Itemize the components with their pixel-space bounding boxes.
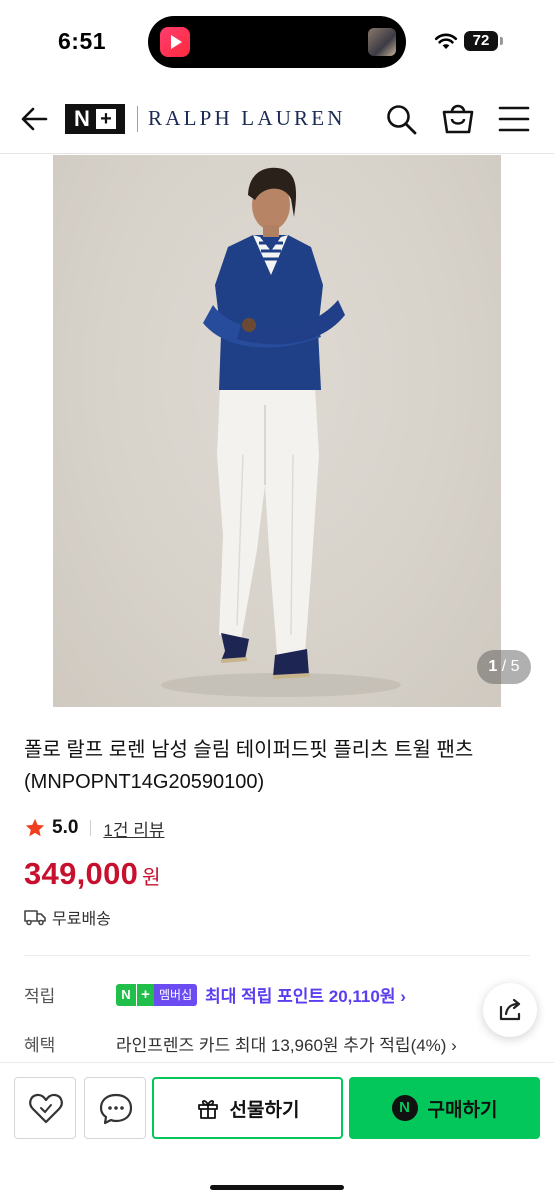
product-image[interactable] <box>53 155 501 707</box>
buy-label: 구매하기 <box>427 1099 498 1121</box>
points-label: 적립 <box>24 987 56 1006</box>
rating-value: 5.0 <box>52 817 79 838</box>
battery-tip <box>500 37 503 45</box>
badge-text: 멤버십 <box>154 983 198 1006</box>
product-title: 폴로 랄프 로렌 남성 슬림 테이퍼드핏 플리츠 트윌 팬츠 (MNPOPNT1… <box>24 739 474 793</box>
shipping-text: 무료배송 <box>52 911 111 928</box>
buy-button[interactable]: N 구매하기 <box>349 1077 540 1139</box>
search-icon[interactable] <box>384 102 418 136</box>
brand-divider <box>137 106 138 132</box>
star-icon <box>25 818 45 837</box>
image-counter-current: 1 <box>488 658 498 675</box>
heart-icon <box>29 1093 63 1124</box>
review-link[interactable]: 1건 리뷰 <box>103 816 164 841</box>
rating-row: 5.0 1건 리뷰 <box>24 815 165 841</box>
card-benefit-link[interactable]: 라인프렌즈 카드 최대 13,960원 추가 적립(4%) › <box>116 1031 457 1056</box>
media-app-icon <box>160 27 190 57</box>
battery-indicator: 72 <box>464 31 498 51</box>
shipping-info: 무료배송 <box>24 905 111 929</box>
npay-icon: N <box>391 1095 418 1121</box>
back-arrow-icon[interactable] <box>18 102 52 136</box>
logo-n: N <box>74 106 90 131</box>
chat-bubble-icon <box>99 1093 133 1125</box>
badge-n: N <box>116 983 136 1006</box>
menu-icon[interactable] <box>498 104 530 134</box>
badge-plus: + <box>136 983 154 1006</box>
status-time: 6:51 <box>58 28 107 54</box>
price-value: 349,000 <box>24 856 139 891</box>
price: 349,000 원 <box>24 856 161 892</box>
home-indicator <box>210 1185 344 1190</box>
brand-name[interactable]: RALPH LAUREN <box>148 106 346 131</box>
logo-plus: + <box>95 109 116 129</box>
section-divider <box>24 955 530 956</box>
price-unit: 원 <box>142 867 161 889</box>
points-link[interactable]: 최대 적립 포인트 20,110원 › <box>205 982 406 1007</box>
image-counter-separator: / <box>497 658 511 675</box>
points-row[interactable]: N + 멤버십 최대 적립 포인트 20,110원 › <box>116 982 406 1007</box>
wishlist-button[interactable] <box>14 1077 76 1139</box>
membership-badge: N + 멤버십 <box>116 983 198 1006</box>
image-counter-total: 5 <box>510 658 520 675</box>
benefit-label: 혜택 <box>24 1036 56 1055</box>
bottom-action-bar: 선물하기 N 구매하기 <box>0 1062 554 1200</box>
dynamic-island <box>148 16 406 68</box>
image-counter: 1 / 5 <box>477 650 531 684</box>
app-header: N + RALPH LAUREN <box>0 84 554 154</box>
chat-button[interactable] <box>84 1077 146 1139</box>
gift-button[interactable]: 선물하기 <box>152 1077 343 1139</box>
shopping-bag-icon[interactable] <box>440 100 476 136</box>
wifi-icon <box>434 33 458 49</box>
gift-label: 선물하기 <box>229 1099 300 1121</box>
share-button[interactable] <box>483 983 537 1037</box>
avatar <box>368 28 396 56</box>
truck-icon <box>24 910 46 926</box>
status-bar: 6:51 72 <box>0 0 554 84</box>
rating-divider <box>90 820 92 836</box>
share-icon <box>499 998 521 1021</box>
product-photo <box>161 167 401 697</box>
gift-icon <box>197 1100 218 1119</box>
nplus-logo[interactable]: N + <box>65 104 125 134</box>
